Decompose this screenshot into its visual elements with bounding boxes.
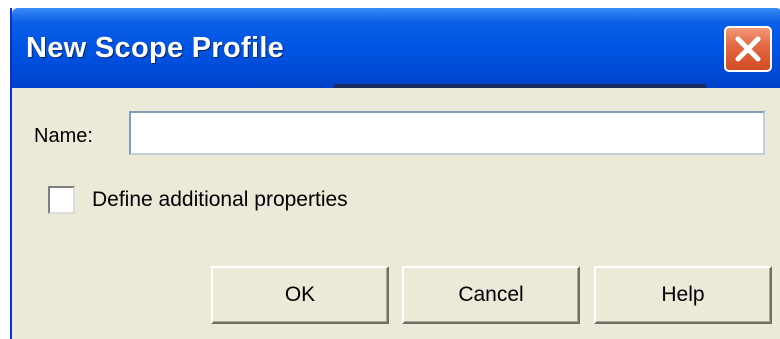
help-button[interactable]: Help: [594, 266, 772, 324]
dialog-body: Name: Define additional properties OK Ca…: [12, 88, 780, 339]
title-bar[interactable]: New Scope Profile: [12, 8, 780, 88]
close-x-icon: [735, 36, 761, 62]
new-scope-profile-dialog: New Scope Profile Name: Define additiona…: [10, 8, 780, 339]
define-properties-label[interactable]: Define additional properties: [92, 188, 348, 212]
close-button[interactable]: [724, 26, 772, 72]
name-input[interactable]: [129, 111, 765, 155]
dialog-title: New Scope Profile: [26, 32, 285, 64]
name-label: Name:: [34, 125, 93, 147]
define-properties-checkbox[interactable]: [48, 186, 75, 214]
cancel-button[interactable]: Cancel: [402, 266, 580, 324]
ok-button[interactable]: OK: [211, 266, 389, 324]
